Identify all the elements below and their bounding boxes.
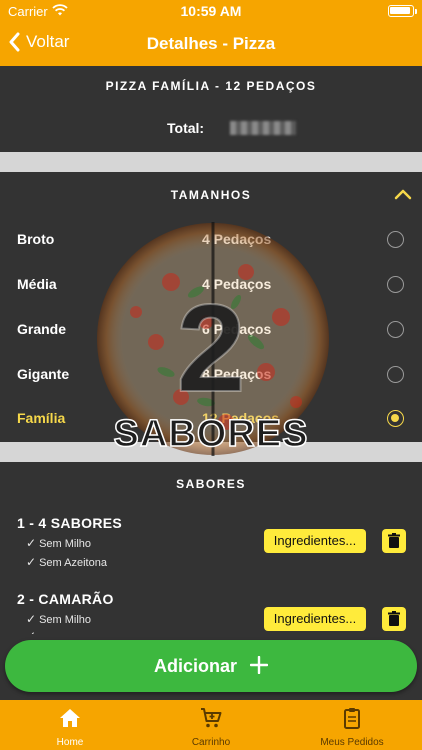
radio-button[interactable] [387,366,404,383]
tab-bar: Home Carrinho Meus Pedidos [0,700,422,750]
plus-icon [249,655,269,675]
divider [0,152,422,172]
flavor-item: 2 - CAMARÃO ✓Sem Milho ✓ Ingredientes... [0,591,422,634]
size-option-broto[interactable]: Broto 4 Pedaços [0,220,422,260]
battery-tip [415,9,417,14]
clipboard-icon [344,708,360,729]
size-option-grande[interactable]: Grande 6 Pedaços [0,310,422,350]
navigation-bar: Voltar Detalhes - Pizza [0,22,422,66]
tab-label: Carrinho [191,737,231,748]
divider [0,442,422,462]
delete-button[interactable] [382,529,406,553]
chevron-up-icon[interactable] [393,184,413,204]
cart-icon [201,708,222,728]
tab-label: Home [56,737,84,748]
size-pieces: 6 Pedaços [202,321,272,337]
trash-icon [388,611,400,626]
size-name: Broto [17,231,55,247]
size-name: Média [17,276,57,292]
flavor-item: 1 - 4 SABORES ✓ Sem Milho ✓ Sem Azeitona I… [0,515,422,585]
page-title: Detalhes - Pizza [146,34,276,53]
check-icon: ✓ [26,612,37,626]
flavors-title: SABORES [176,477,246,491]
add-button-label: Adicionar [5,655,417,677]
flavor-note: ✓ Sem Milho [26,536,92,550]
order-summary: PIZZA FAMÍLIA - 12 PEDAÇOS Total: [0,66,422,152]
size-name: Gigante [17,366,70,382]
home-icon [60,709,80,727]
total-label: Total: [167,120,205,136]
size-option-media[interactable]: Média 4 Pedaços [0,265,422,305]
flavor-note: ✓ Sem Azeitona [26,555,107,569]
flavor-title: 1 - 4 SABORES [17,515,123,531]
tab-meus-pedidos[interactable]: Meus Pedidos [282,700,422,750]
size-option-gigante[interactable]: Gigante 8 Pedaços [0,355,422,395]
product-name: PIZZA FAMÍLIA - 12 PEDAÇOS [105,79,317,93]
flavor-title: 2 - CAMARÃO [17,591,114,607]
flavor-note-partial: ✓ [26,629,39,634]
trash-icon [388,533,400,548]
radio-button[interactable] [387,276,404,293]
add-button[interactable]: Adicionar [5,640,417,692]
clock: 10:59 AM [180,3,242,19]
ingredients-button[interactable]: Ingredientes... [264,607,366,631]
sizes-section: TAMANHOS Broto 4 Pedaços Média 4 Pedaços… [0,172,422,442]
check-icon: ✓ [26,555,37,569]
flavor-note: ✓ Sem Milho [26,612,92,626]
status-bar: Carrier 10:59 AM [0,0,422,22]
ingredients-button[interactable]: Ingredientes... [264,529,366,553]
tab-carrinho[interactable]: Carrinho [141,700,281,750]
tab-home[interactable]: Home [0,700,140,750]
radio-button-selected[interactable] [387,410,404,427]
size-pieces: 4 Pedaços [202,276,272,292]
check-icon: ✓ [26,536,37,550]
delete-button[interactable] [382,607,406,631]
size-name: Família [17,410,66,426]
radio-button[interactable] [387,231,404,248]
size-name: Grande [17,321,67,337]
check-icon: ✓ [26,629,36,634]
size-pieces: 12 Pedaços [202,410,280,426]
tab-label: Meus Pedidos [320,737,384,748]
battery-icon [388,5,414,17]
total-value-blurred [230,121,296,135]
flavors-section: SABORES 1 - 4 SABORES ✓ Sem Milho ✓ Sem Az… [0,462,422,634]
sizes-title: TAMANHOS [170,188,252,202]
size-pieces: 8 Pedaços [202,366,272,382]
radio-button[interactable] [387,321,404,338]
size-pieces: 4 Pedaços [202,231,272,247]
size-option-familia[interactable]: Família 12 Pedaços [0,399,422,439]
